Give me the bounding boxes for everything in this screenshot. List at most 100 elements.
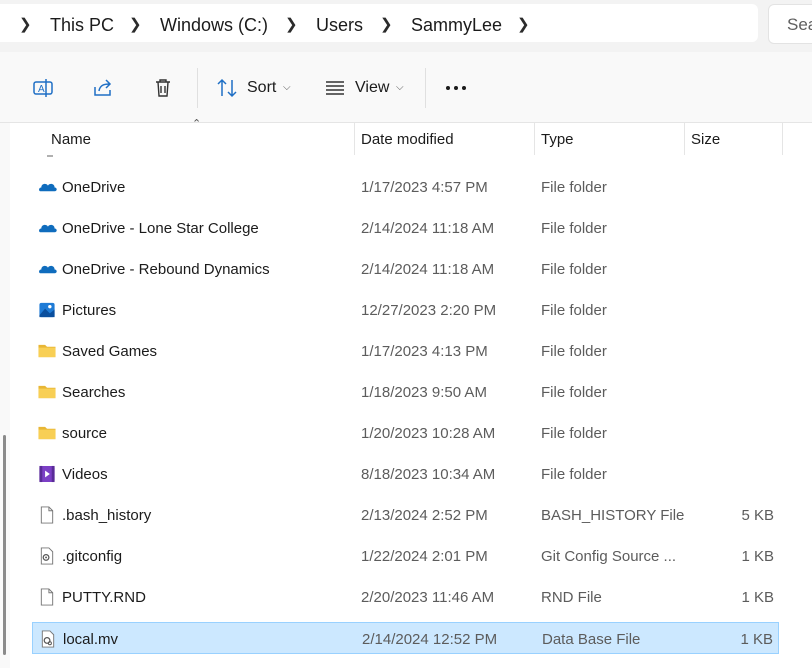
file-name: Saved Games	[62, 343, 158, 360]
file-name: Searches	[62, 384, 126, 401]
breadcrumb-users[interactable]: Users	[316, 15, 363, 36]
file-row[interactable]: Saved Games 1/17/2023 4:13 PM File folder	[32, 335, 779, 367]
onedrive-icon	[39, 265, 57, 274]
file-type: File folder	[541, 425, 607, 442]
folder-icon	[38, 344, 56, 358]
file-name: OneDrive - Rebound Dynamics	[62, 261, 270, 278]
toolbar-divider	[425, 68, 426, 108]
file-row[interactable]: Pictures 12/27/2023 2:20 PM File folder	[32, 294, 779, 326]
file-name: Videos	[62, 466, 108, 483]
file-row[interactable]: .gitconfig 1/22/2024 2:01 PM Git Config So…	[32, 540, 779, 572]
sort-button[interactable]: Sort	[247, 79, 276, 97]
file-date-modified: 2/14/2024 11:18 AM	[361, 220, 495, 237]
selected-file-row[interactable]: local.mv 2/14/2024 12:52 PM Data Base File…	[32, 622, 779, 654]
breadcrumb-chevron-icon[interactable]: ❯	[285, 15, 298, 33]
file-date-modified: 1/17/2023 4:57 PM	[361, 179, 488, 196]
view-button[interactable]: View	[355, 79, 389, 97]
file-type: Data Base File	[542, 631, 641, 648]
file-type: RND File	[541, 589, 602, 606]
breadcrumb-this-pc[interactable]: This PC	[50, 15, 114, 36]
file-type: File folder	[541, 302, 607, 319]
file-date-modified: 2/14/2024 12:52 PM	[362, 631, 498, 648]
sort-chevron-down-icon[interactable]: ⌵	[283, 82, 291, 93]
pictures-icon	[39, 302, 55, 318]
column-divider[interactable]	[782, 123, 783, 155]
onedrive-icon	[39, 224, 57, 233]
database-file-icon	[41, 630, 55, 648]
search-placeholder: Sea	[787, 15, 812, 34]
file-type: File folder	[541, 384, 607, 401]
file-date-modified: 1/18/2023 9:50 AM	[361, 384, 487, 401]
file-size: 1 KB	[740, 631, 773, 648]
vertical-scrollbar[interactable]	[0, 123, 10, 668]
file-name: .gitconfig	[62, 548, 123, 565]
file-name: .bash_history	[62, 507, 152, 524]
more-options-icon[interactable]	[444, 86, 468, 92]
search-input[interactable]: Sea	[768, 4, 812, 44]
file-name: source	[62, 425, 108, 442]
file-date-modified: 12/27/2023 2:20 PM	[361, 302, 497, 319]
file-name: Pictures	[62, 302, 117, 319]
file-date-modified: 2/20/2023 11:46 AM	[361, 589, 495, 606]
file-row[interactable]: Videos 8/18/2023 10:34 AM File folder	[32, 458, 779, 490]
sort-ascending-icon: ⌃	[192, 118, 202, 130]
folder-icon	[38, 385, 56, 399]
file-type: BASH_HISTORY File	[541, 507, 685, 524]
file-size: 1 KB	[741, 589, 774, 606]
file-size: 5 KB	[741, 507, 774, 524]
file-name: OneDrive	[62, 179, 126, 196]
onedrive-icon	[39, 183, 57, 192]
breadcrumb-chevron-icon[interactable]: ❯	[19, 15, 32, 33]
scrollbar-thumb[interactable]	[3, 435, 6, 655]
column-name[interactable]: Name	[51, 131, 91, 148]
file-date-modified: 1/17/2023 4:13 PM	[361, 343, 488, 360]
folder-icon	[38, 426, 56, 440]
file-row[interactable]: .bash_history 2/13/2024 2:52 PM BASH_HISTO…	[32, 499, 779, 531]
column-date-modified[interactable]: Date modified	[361, 131, 454, 148]
file-row[interactable]: source 1/20/2023 10:28 AM File folder	[32, 417, 779, 449]
address-row: ❯ This PC ❯ Windows (C:) ❯ Users ❯ Sammy…	[0, 0, 812, 52]
toolbar-divider	[197, 68, 198, 108]
videos-icon	[39, 465, 55, 483]
view-chevron-down-icon[interactable]: ⌵	[396, 82, 404, 93]
column-header: Name Date modified Type Size	[0, 123, 812, 155]
file-date-modified: 1/22/2024 2:01 PM	[361, 548, 488, 565]
breadcrumb-chevron-icon[interactable]: ❯	[129, 15, 142, 33]
breadcrumb-chevron-icon[interactable]: ❯	[517, 15, 530, 33]
delete-icon[interactable]	[151, 76, 175, 100]
command-bar: A Sort ⌵ View ⌵	[0, 52, 812, 123]
file-type: File folder	[541, 261, 607, 278]
file-type: Git Config Source ...	[541, 548, 677, 565]
breadcrumb-chevron-icon[interactable]: ❯	[380, 15, 393, 33]
column-divider[interactable]	[684, 123, 685, 155]
file-date-modified: 1/20/2023 10:28 AM	[361, 425, 496, 442]
file-icon	[40, 506, 54, 524]
sort-icon[interactable]	[215, 76, 239, 100]
breadcrumb-windows-c[interactable]: Windows (C:)	[160, 15, 268, 36]
file-date-modified: 2/14/2024 11:18 AM	[361, 261, 495, 278]
file-type: File folder	[541, 179, 607, 196]
file-type: File folder	[541, 466, 607, 483]
address-bar[interactable]: ❯ This PC ❯ Windows (C:) ❯ Users ❯ Sammy…	[0, 4, 758, 42]
partial-row	[47, 155, 53, 157]
share-icon[interactable]	[91, 76, 115, 100]
file-name: PUTTY.RND	[62, 589, 146, 606]
file-name: local.mv	[63, 631, 119, 648]
file-name: OneDrive - Lone Star College	[62, 220, 259, 237]
file-row[interactable]: Searches 1/18/2023 9:50 AM File folder	[32, 376, 779, 408]
file-type: File folder	[541, 343, 607, 360]
file-row[interactable]: OneDrive - Lone Star College 2/14/2024 11…	[32, 212, 779, 244]
breadcrumb-sammylee[interactable]: SammyLee	[411, 15, 502, 36]
column-size[interactable]: Size	[691, 131, 720, 148]
column-divider[interactable]	[534, 123, 535, 155]
file-row[interactable]: OneDrive - Rebound Dynamics 2/14/2024 11:…	[32, 253, 779, 285]
rename-icon[interactable]: A	[31, 76, 55, 100]
file-date-modified: 2/13/2024 2:52 PM	[361, 507, 488, 524]
file-row[interactable]: OneDrive 1/17/2023 4:57 PM File folder	[32, 171, 779, 203]
file-icon	[40, 588, 54, 606]
file-row[interactable]: PUTTY.RND 2/20/2023 11:46 AM RND File 1 KB	[32, 581, 779, 613]
column-divider[interactable]	[354, 123, 355, 155]
file-date-modified: 8/18/2023 10:34 AM	[361, 466, 496, 483]
view-icon[interactable]	[323, 76, 347, 100]
column-type[interactable]: Type	[541, 131, 574, 148]
